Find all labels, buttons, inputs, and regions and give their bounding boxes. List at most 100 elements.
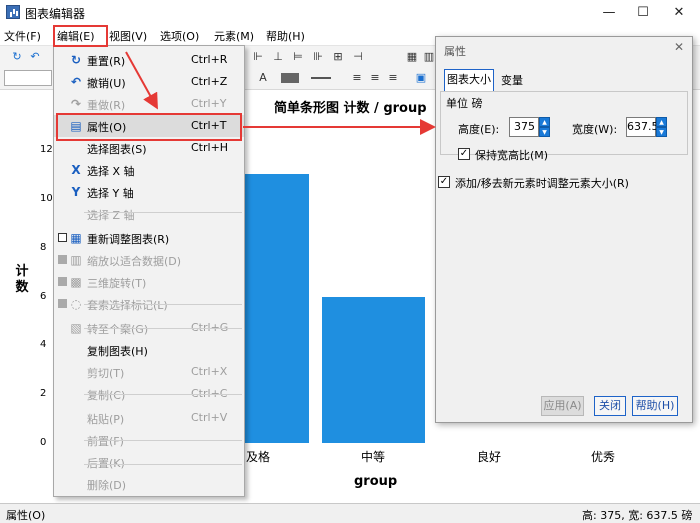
properties-dialog: 属性 ✕ 图表大小 变量 单位 磅 高度(E): 375 ▲ ▼ 宽度(W): 6… [435,36,693,423]
menu-item-label: 缩放以适合数据(D) [87,255,182,268]
edit-menu-item-2[interactable]: ↷ 重做(R) Ctrl+Y [54,93,244,115]
grid-icon[interactable]: ▦ [405,50,419,64]
menu-item-label: 粘贴(P) [87,413,125,426]
edit-menu-item-19[interactable]: 删除(D) [54,473,244,495]
fill-color-button[interactable] [281,73,299,83]
menu-item-label: 复制图表(H) [87,345,148,358]
style-combo[interactable] [4,70,52,86]
text-align-right-icon[interactable]: ≡ [386,71,400,85]
menu-item-icon: ↷ [70,97,82,111]
height-label: 高度(E): [458,123,500,136]
text-align-left-icon[interactable]: ≡ [350,71,364,85]
menu-item-icon: Y [71,185,81,199]
menu-item-label: 重置(R) [87,55,126,68]
menu-view[interactable]: 视图(V) [109,28,147,44]
edit-menu-item-1[interactable]: ↶ 撤销(U) Ctrl+Z [54,71,244,93]
edit-menu-item-0[interactable]: ↻ 重置(R) Ctrl+R [54,49,244,71]
menu-checkbox[interactable] [58,255,67,264]
edit-menu-item-10[interactable]: ▩ 三维旋转(T) [54,271,244,293]
y-tick-label: 10 [40,192,53,204]
edit-menu-item-16[interactable]: 粘贴(P) Ctrl+V [54,407,244,429]
bar-1[interactable] [322,296,425,443]
title-bar: 图表编辑器 — ☐ ✕ [0,0,700,25]
menu-elements[interactable]: 元素(M) [214,28,254,44]
y-tick-label: 8 [40,241,47,253]
chart-icon[interactable]: ▥ [422,50,436,64]
edit-menu-item-13[interactable]: 复制图表(H) [54,339,244,361]
y-tick-label: 6 [40,290,47,302]
menu-item-icon: ▧ [70,321,82,335]
menu-item-shortcut: Ctrl+Z [191,75,228,88]
dialog-close-icon[interactable]: ✕ [674,40,684,54]
menu-item-shortcut: Ctrl+Y [191,97,227,110]
edit-menu-item-6[interactable]: Y 选择 Y 轴 [54,181,244,203]
width-spinner[interactable]: ▲ ▼ [656,117,667,137]
menu-item-label: 三维旋转(T) [87,277,147,290]
menu-item-icon: ▥ [70,253,82,267]
edit-menu-item-18[interactable]: 后置(K) [54,451,244,473]
align-right-icon[interactable]: ⊪ [311,50,325,64]
tab-variables[interactable]: 变量 [496,71,528,91]
dialog-help-button[interactable]: 帮助(H) [632,396,678,416]
text-style-button[interactable]: A [256,71,270,85]
menu-item-label: 剪切(T) [87,367,125,380]
reference-line-icon[interactable]: ⊣ [351,50,365,64]
menu-item-label: 删除(D) [87,479,127,492]
menu-item-shortcut: Ctrl+X [191,365,228,378]
keep-ratio-checkbox[interactable]: ✓ [458,148,470,160]
grid-line-icon[interactable]: ⊞ [331,50,345,64]
menu-item-icon: ▩ [70,275,82,289]
edit-menu-item-9[interactable]: ▥ 缩放以适合数据(D) [54,249,244,271]
menu-item-label: 重做(R) [87,99,126,112]
menu-help[interactable]: 帮助(H) [266,28,305,44]
text-align-center-icon[interactable]: ≡ [368,71,382,85]
reset-icon[interactable]: ↻ [10,50,24,64]
status-text: 属性(O) [6,509,46,522]
menu-item-label: 套索选择标记(L) [87,299,168,312]
menu-checkbox[interactable] [58,299,67,308]
width-input[interactable]: 637.5 [626,117,659,137]
highlight-properties-item [56,113,242,141]
tab-chart-size[interactable]: 图表大小 [444,69,494,91]
menu-item-shortcut: Ctrl+R [191,53,228,66]
menu-item-label: 后置(K) [87,457,125,470]
menu-separator [84,328,242,329]
height-spinner[interactable]: ▲ ▼ [539,117,550,137]
align-left-icon[interactable]: ⊩ [251,50,265,64]
menu-separator [84,304,242,305]
height-input[interactable]: 375 [509,117,539,137]
edit-menu-item-5[interactable]: X 选择 X 轴 [54,159,244,181]
menu-checkbox[interactable] [58,277,67,286]
resize-checkbox[interactable]: ✓ [438,176,450,188]
edit-menu-item-8[interactable]: ▦ 重新调整图表(R) [54,227,244,249]
y-tick-label: 2 [40,388,47,400]
line-style-button[interactable] [311,77,331,79]
edit-menu-item-7[interactable]: 选择 Z 轴 [54,203,244,225]
menu-item-label: 选择 Y 轴 [87,187,134,200]
apply-button[interactable]: 应用(A) [541,396,584,416]
status-bar: 属性(O) 高: 375, 宽: 637.5 磅 [0,503,700,523]
menu-separator [84,464,242,465]
edit-menu-item-14[interactable]: 剪切(T) Ctrl+X [54,361,244,383]
unit-label: 单位 磅 [446,97,483,110]
properties-toolbar-icon[interactable]: ▣ [414,71,428,85]
menu-options[interactable]: 选项(O) [160,28,199,44]
highlight-edit-menu [53,25,108,47]
dialog-close-button[interactable]: 关闭 [594,396,626,416]
align-center-icon[interactable]: ⊨ [291,50,305,64]
width-label: 宽度(W): [572,123,618,136]
undo-icon[interactable]: ↶ [28,50,42,64]
menu-checkbox[interactable] [58,233,67,242]
y-tick-label: 0 [40,437,47,448]
menu-item-label: 复制(C) [87,389,126,402]
menu-file[interactable]: 文件(F) [4,28,41,44]
status-size: 高: 375, 宽: 637.5 磅 [582,509,693,522]
close-button[interactable]: ✕ [656,0,700,25]
menu-item-label: 选择 X 轴 [87,165,135,178]
menu-item-icon: ▦ [70,231,82,245]
menu-item-icon: ◌ [70,297,82,311]
dialog-title: 属性 [444,45,466,58]
align-bottom-icon[interactable]: ⊥ [271,50,285,64]
resize-label: 添加/移去新元素时调整元素大小(R) [455,177,629,190]
window-title: 图表编辑器 [25,7,86,21]
